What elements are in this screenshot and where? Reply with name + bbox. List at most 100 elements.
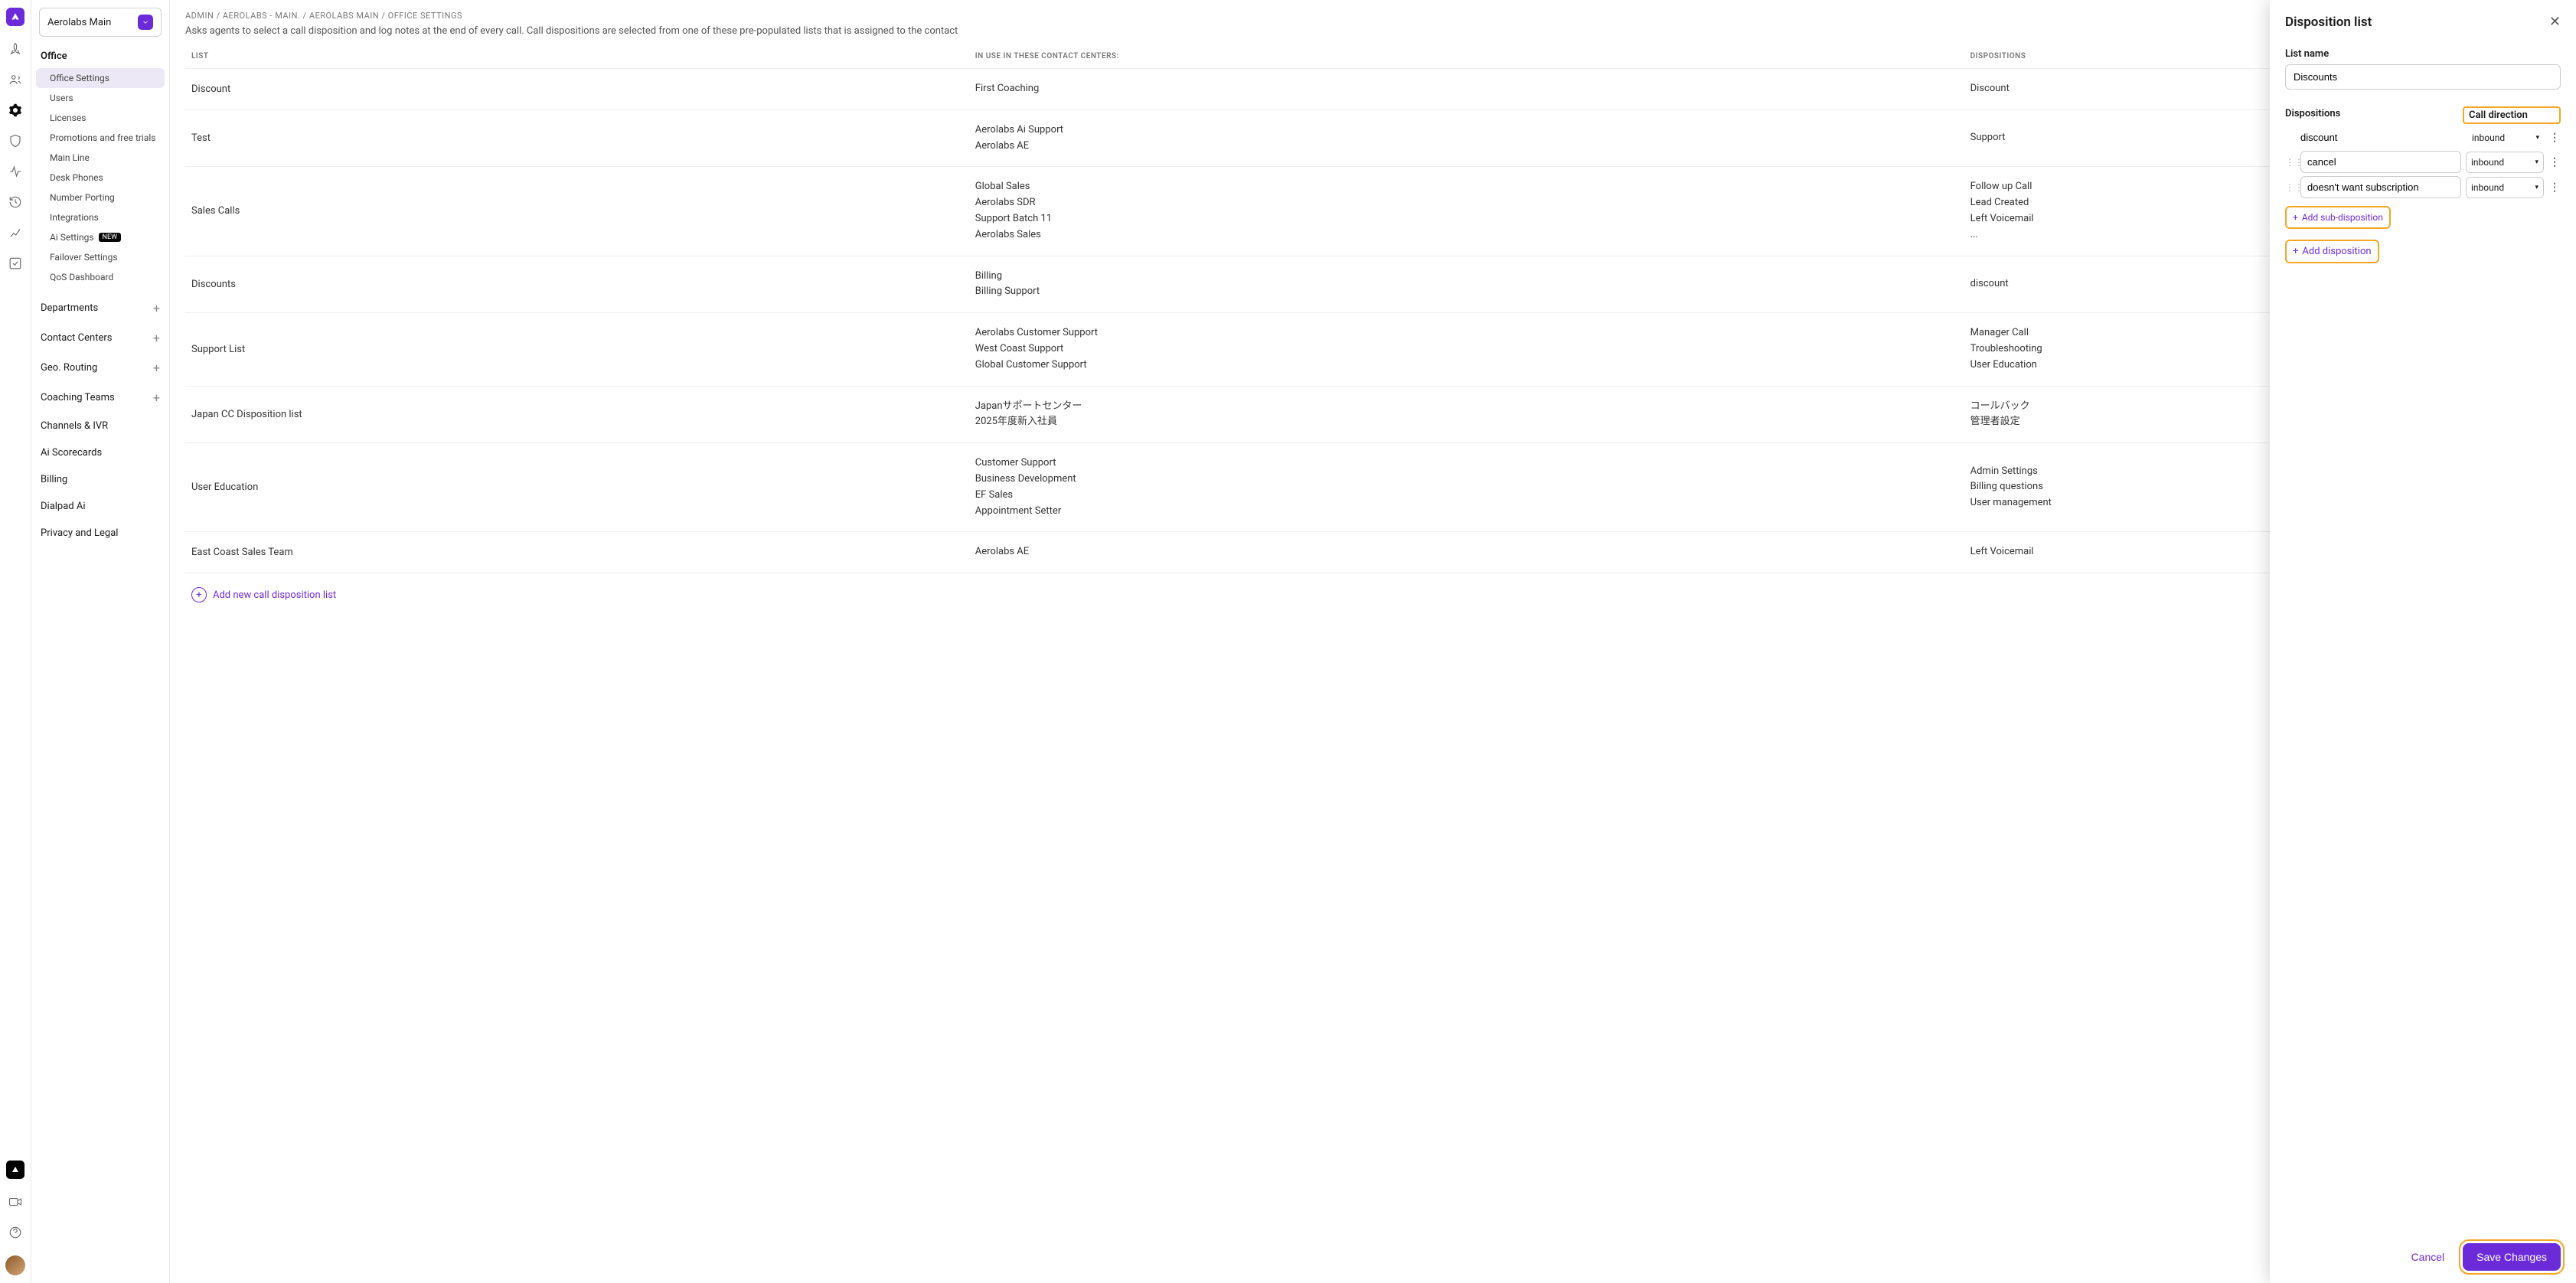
plus-icon[interactable]: + — [153, 390, 160, 405]
more-icon[interactable]: ⋮ — [2548, 156, 2561, 168]
analytics-icon[interactable] — [8, 225, 23, 240]
panel-title: Disposition list — [2285, 15, 2372, 30]
video-icon[interactable] — [8, 1194, 23, 1210]
ai-icon[interactable] — [6, 1161, 24, 1179]
sidebar-item[interactable]: Users — [31, 88, 169, 108]
contacts-icon[interactable] — [8, 72, 23, 87]
nav-item[interactable]: Departments+ — [31, 293, 169, 323]
list-name-input[interactable] — [2285, 64, 2561, 90]
plus-icon[interactable]: + — [153, 301, 160, 315]
plus-icon[interactable]: + — [153, 361, 160, 375]
more-icon[interactable]: ⋮ — [2548, 132, 2561, 144]
col-centers: IN USE IN THESE CONTACT CENTERS: — [969, 44, 1964, 69]
settings-icon[interactable] — [8, 103, 23, 118]
close-icon[interactable]: ✕ — [2549, 14, 2561, 30]
nav-item[interactable]: Privacy and Legal — [31, 520, 169, 547]
disposition-row: ⋮⋮ inbound▾ ⋮ — [2285, 151, 2561, 173]
disposition-panel: Disposition list ✕ List name Disposition… — [2270, 0, 2576, 1283]
workspace-selector[interactable]: Aerolabs Main — [39, 8, 162, 37]
left-rail — [0, 0, 31, 1283]
disposition-name-input[interactable] — [2300, 127, 2463, 148]
call-direction-select[interactable]: inbound▾ — [2466, 152, 2544, 173]
history-icon[interactable] — [8, 194, 23, 210]
dispositions-group: inbound▾ ⋮ ⋮⋮ inbound▾ ⋮ ⋮⋮ inbound▾ ⋮ +… — [2285, 127, 2561, 229]
table-row[interactable]: Discount First Coaching Discount — [185, 69, 2561, 110]
more-icon[interactable]: ⋮ — [2548, 181, 2561, 194]
cell-centers: Global SalesAerolabs SDRSupport Batch 11… — [969, 167, 1964, 256]
call-direction-select[interactable]: inbound▾ — [2466, 177, 2544, 198]
add-disposition-list-button[interactable]: + Add new call disposition list — [185, 573, 2561, 616]
page-description: Asks agents to select a call disposition… — [170, 25, 2576, 44]
cell-list: Discount — [185, 69, 969, 110]
add-sub-disposition-button[interactable]: + Add sub-disposition — [2285, 206, 2391, 229]
sidebar-item[interactable]: Promotions and free trials — [31, 128, 169, 148]
cell-centers: Japanサポートセンター2025年度新入社員 — [969, 386, 1964, 443]
cell-list: East Coast Sales Team — [185, 532, 969, 573]
breadcrumb-part[interactable]: AEROLABS MAIN — [309, 11, 379, 21]
breadcrumb-part[interactable]: OFFICE SETTINGS — [388, 11, 462, 21]
drag-handle-icon[interactable]: ⋮⋮ — [2285, 157, 2296, 168]
sidebar-item[interactable]: QoS Dashboard — [31, 267, 169, 287]
shield-icon[interactable] — [8, 133, 23, 149]
main-content: ADMIN / AEROLABS - MAIN. / AEROLABS MAIN… — [170, 0, 2576, 1283]
nav-item[interactable]: Ai Scorecards — [31, 439, 169, 466]
plus-icon: + — [2293, 246, 2298, 257]
apps-icon[interactable] — [8, 256, 23, 271]
disposition-name-input[interactable] — [2300, 176, 2461, 198]
plus-icon[interactable]: + — [153, 331, 160, 345]
sidebar-item[interactable]: Licenses — [31, 108, 169, 128]
nav-item[interactable]: Geo. Routing+ — [31, 353, 169, 383]
new-badge: NEW — [99, 233, 122, 242]
cell-list: Japan CC Disposition list — [185, 386, 969, 443]
breadcrumb-part[interactable]: AEROLABS - MAIN. — [223, 11, 300, 21]
col-list: LIST — [185, 44, 969, 69]
nav-item[interactable]: Dialpad Ai — [31, 493, 169, 520]
sidebar-item[interactable]: Desk Phones — [31, 168, 169, 188]
cell-centers: First Coaching — [969, 69, 1964, 110]
disposition-table: LIST IN USE IN THESE CONTACT CENTERS: DI… — [185, 44, 2561, 573]
launch-icon[interactable] — [8, 41, 23, 57]
breadcrumb: ADMIN / AEROLABS - MAIN. / AEROLABS MAIN… — [170, 0, 2576, 25]
sidebar-item[interactable]: Ai SettingsNEW — [31, 227, 169, 247]
nav-item[interactable]: Coaching Teams+ — [31, 383, 169, 413]
save-changes-button[interactable]: Save Changes — [2463, 1243, 2561, 1271]
table-row[interactable]: Discounts BillingBilling Support discoun… — [185, 256, 2561, 313]
drag-handle-icon[interactable]: ⋮⋮ — [2285, 182, 2296, 193]
help-icon[interactable] — [8, 1225, 23, 1240]
disposition-row: inbound▾ ⋮ — [2285, 127, 2561, 148]
table-row[interactable]: User Education Customer SupportBusiness … — [185, 443, 2561, 532]
brand-logo[interactable] — [6, 8, 24, 26]
disposition-name-input[interactable] — [2300, 151, 2461, 173]
chevron-down-icon: ▾ — [2535, 184, 2538, 191]
nav-item[interactable]: Contact Centers+ — [31, 323, 169, 353]
sidebar-item[interactable]: Failover Settings — [31, 247, 169, 267]
table-row[interactable]: Sales Calls Global SalesAerolabs SDRSupp… — [185, 167, 2561, 256]
sidebar-item[interactable]: Number Porting — [31, 188, 169, 207]
add-list-label: Add new call disposition list — [213, 589, 336, 601]
table-row[interactable]: Support List Aerolabs Customer SupportWe… — [185, 313, 2561, 386]
breadcrumb-part[interactable]: ADMIN — [185, 11, 214, 21]
list-name-label: List name — [2285, 48, 2561, 60]
sidebar-item[interactable]: Main Line — [31, 148, 169, 168]
sidebar-section-office: Office — [31, 44, 169, 68]
user-avatar[interactable] — [5, 1255, 25, 1275]
table-row[interactable]: East Coast Sales Team Aerolabs AE Left V… — [185, 532, 2561, 573]
activity-icon[interactable] — [8, 164, 23, 179]
cell-list: Test — [185, 109, 969, 167]
disposition-row: ⋮⋮ inbound▾ ⋮ — [2285, 176, 2561, 198]
cell-centers: Customer SupportBusiness DevelopmentEF S… — [969, 443, 1964, 532]
cancel-button[interactable]: Cancel — [2401, 1244, 2456, 1270]
sidebar-item[interactable]: Office Settings — [36, 68, 165, 88]
nav-item[interactable]: Channels & IVR — [31, 413, 169, 439]
nav-item[interactable]: Billing — [31, 466, 169, 493]
sidebar: Aerolabs Main Office Office SettingsUser… — [31, 0, 170, 1283]
cell-list: Discounts — [185, 256, 969, 313]
chevron-down-icon: ▾ — [2535, 158, 2538, 166]
plus-icon: + — [191, 587, 207, 602]
table-row[interactable]: Japan CC Disposition list Japanサポートセンター2… — [185, 386, 2561, 443]
call-direction-select[interactable]: inbound▾ — [2467, 128, 2544, 148]
add-disposition-button[interactable]: + Add disposition — [2285, 240, 2379, 263]
table-row[interactable]: Test Aerolabs Ai SupportAerolabs AE Supp… — [185, 109, 2561, 167]
cell-list: Support List — [185, 313, 969, 386]
sidebar-item[interactable]: Integrations — [31, 207, 169, 227]
